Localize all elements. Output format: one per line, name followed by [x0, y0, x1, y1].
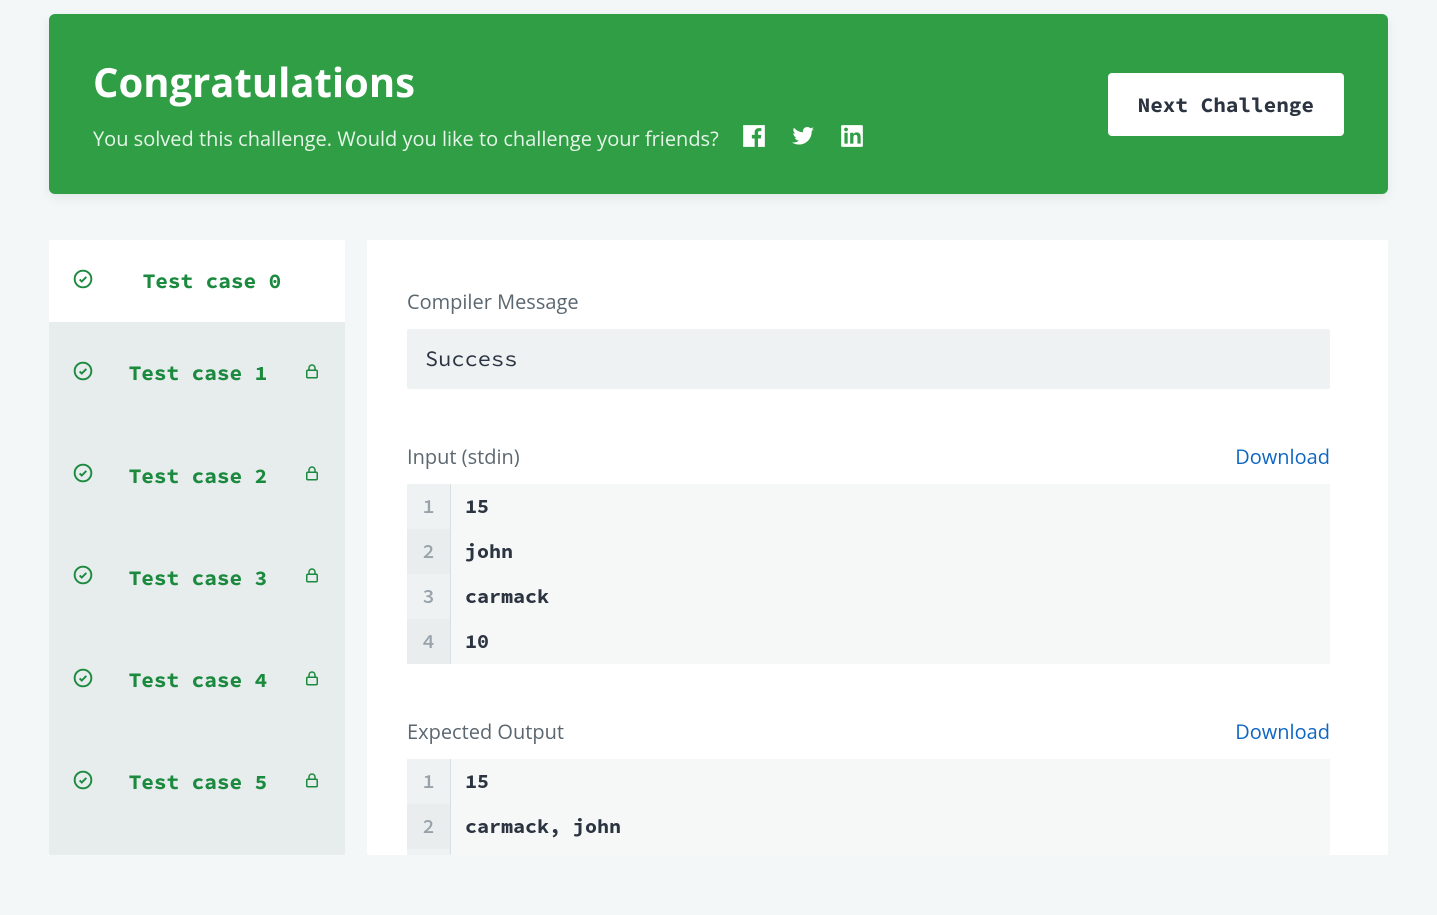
banner-title: Congratulations — [93, 54, 865, 109]
line-number: 3 — [407, 849, 451, 855]
compiler-message-value: Success — [407, 329, 1330, 389]
banner-text-group: Congratulations You solved this challeng… — [93, 54, 865, 154]
download-input-link[interactable]: Download — [1235, 443, 1330, 470]
expected-header: Expected Output Download — [407, 718, 1330, 745]
banner-subtitle: You solved this challenge. Would you lik… — [93, 125, 719, 152]
test-case-label: Test case 3 — [103, 565, 293, 591]
test-case-label: Test case 2 — [103, 463, 293, 489]
test-case-label: Test case 1 — [103, 360, 293, 386]
download-expected-link[interactable]: Download — [1235, 718, 1330, 745]
code-line: carmack, john — [451, 804, 1330, 849]
line-number: 3 — [407, 574, 451, 619]
test-case-item-1[interactable]: Test case 1 — [49, 322, 345, 424]
code-row: 410 — [407, 619, 1330, 664]
lock-icon — [303, 463, 321, 488]
expected-label: Expected Output — [407, 718, 564, 745]
code-row: 310 — [407, 849, 1330, 855]
lock-icon — [303, 565, 321, 590]
lock-icon — [303, 668, 321, 693]
lock-icon — [303, 361, 321, 386]
test-case-item-4[interactable]: Test case 4 — [49, 629, 345, 731]
code-row: 2john — [407, 529, 1330, 574]
test-case-item-3[interactable]: Test case 3 — [49, 527, 345, 629]
facebook-icon[interactable] — [741, 123, 767, 154]
twitter-icon[interactable] — [789, 124, 817, 153]
line-number: 2 — [407, 804, 451, 849]
test-case-sidebar[interactable]: Test case 0 Test case 1 Test case 2 Test ca… — [49, 240, 345, 855]
code-row: 115 — [407, 759, 1330, 804]
next-challenge-button[interactable]: Next Challenge — [1108, 73, 1344, 136]
results-columns: Test case 0 Test case 1 Test case 2 Test ca… — [49, 240, 1388, 855]
line-number: 1 — [407, 484, 451, 529]
results-panel[interactable]: Compiler Message Success Input (stdin) D… — [367, 240, 1388, 855]
check-pass-icon — [73, 463, 93, 488]
input-code-block: 1152john3carmack410 — [407, 484, 1330, 664]
line-number: 2 — [407, 529, 451, 574]
code-line: john — [451, 529, 1330, 574]
check-pass-icon — [73, 668, 93, 693]
test-case-label: Test case 5 — [103, 769, 293, 795]
check-pass-icon — [73, 361, 93, 386]
expected-code-block: 1152carmack, john310 — [407, 759, 1330, 855]
input-header: Input (stdin) Download — [407, 443, 1330, 470]
test-case-item-2[interactable]: Test case 2 — [49, 425, 345, 527]
linkedin-icon[interactable] — [839, 123, 865, 154]
banner-sub-row: You solved this challenge. Would you lik… — [93, 123, 865, 154]
check-pass-icon — [73, 269, 93, 294]
test-case-item-0[interactable]: Test case 0 — [49, 240, 345, 322]
check-pass-icon — [73, 770, 93, 795]
input-label: Input (stdin) — [407, 443, 520, 470]
compiler-message-label: Compiler Message — [407, 288, 1330, 315]
code-line: 15 — [451, 484, 1330, 529]
congrats-banner: Congratulations You solved this challeng… — [49, 14, 1388, 194]
code-line: 15 — [451, 759, 1330, 804]
check-pass-icon — [73, 565, 93, 590]
test-case-label: Test case 4 — [103, 667, 293, 693]
test-case-label: Test case 0 — [103, 268, 321, 294]
code-line: carmack — [451, 574, 1330, 619]
code-row: 3carmack — [407, 574, 1330, 619]
code-line: 10 — [451, 849, 1330, 855]
share-icons — [741, 123, 865, 154]
test-case-item-5[interactable]: Test case 5 — [49, 731, 345, 833]
code-row: 115 — [407, 484, 1330, 529]
line-number: 4 — [407, 619, 451, 664]
lock-icon — [303, 770, 321, 795]
code-row: 2carmack, john — [407, 804, 1330, 849]
line-number: 1 — [407, 759, 451, 804]
code-line: 10 — [451, 619, 1330, 664]
